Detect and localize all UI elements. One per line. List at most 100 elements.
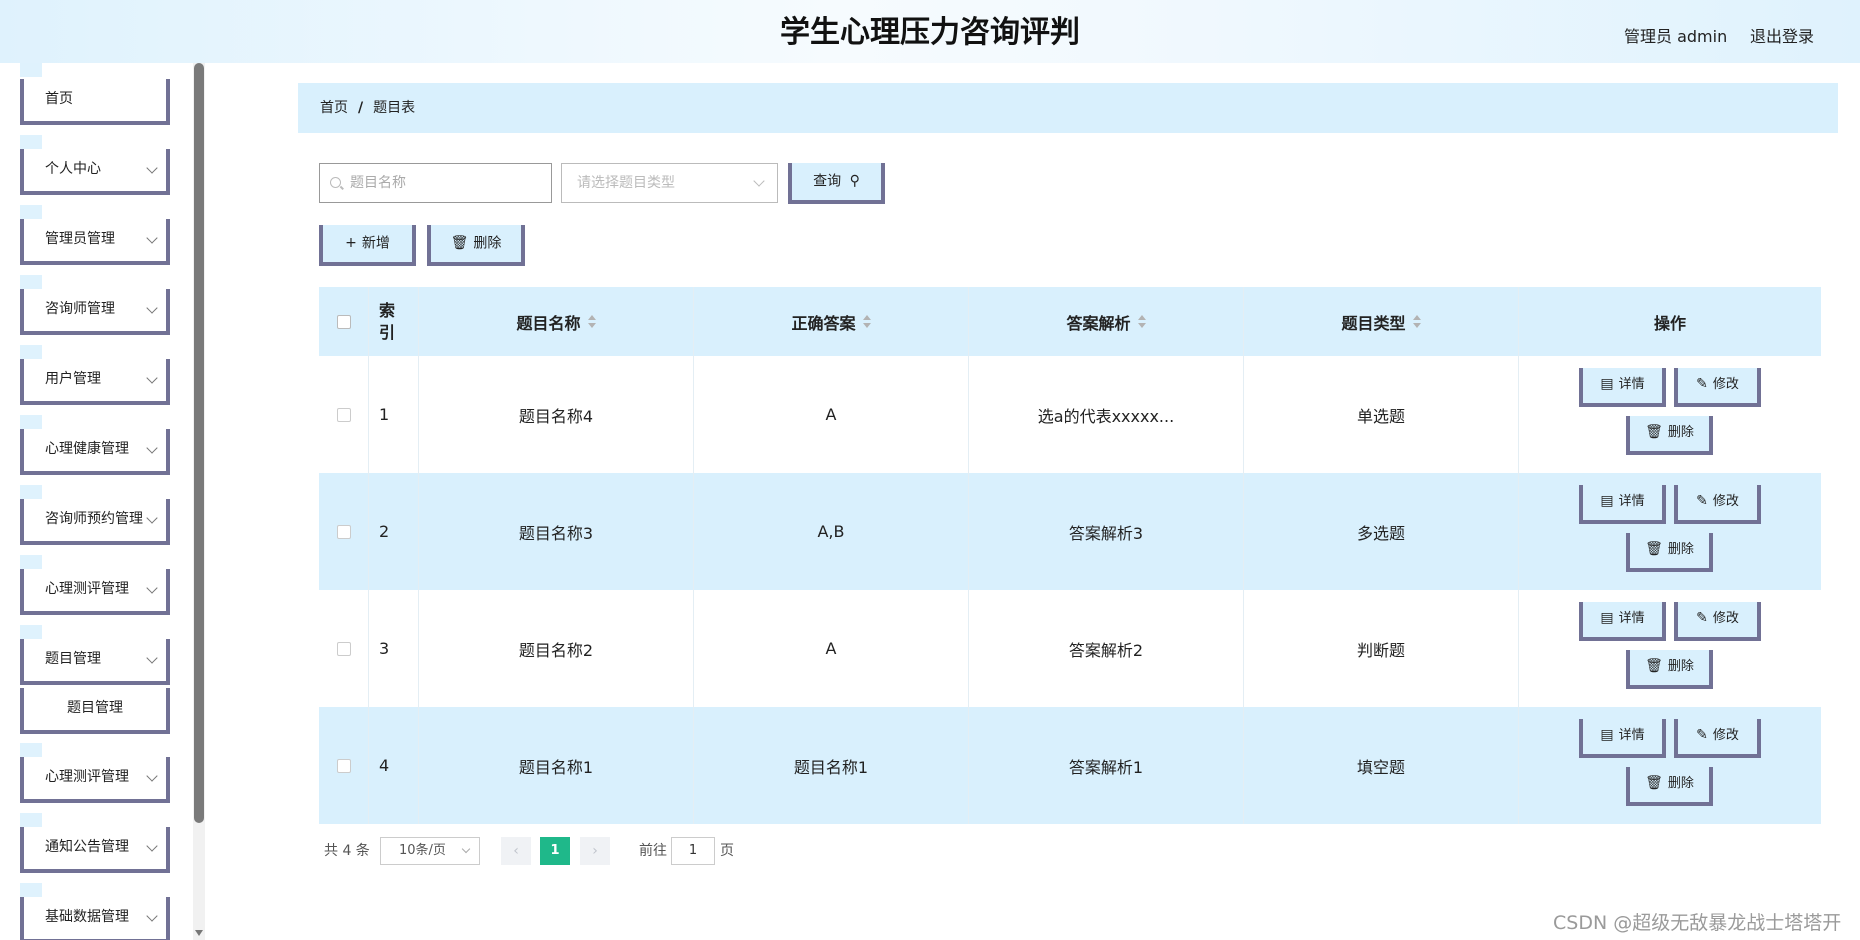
header-name-label: 题目名称 xyxy=(516,313,581,333)
add-button[interactable]: + 新增 xyxy=(319,225,416,266)
sidebar-item-home[interactable]: 首页 xyxy=(20,79,170,125)
header-name[interactable]: 题目名称 xyxy=(419,287,694,356)
document-icon: ▤ xyxy=(1600,610,1614,626)
header-index: 索引 xyxy=(369,287,419,356)
edit-button-label: 修改 xyxy=(1712,611,1739,626)
row-delete-button[interactable]: 🗑 删除 xyxy=(1626,650,1713,689)
document-icon: ▤ xyxy=(1600,493,1614,509)
app-header: 学生心理压力咨询评判 管理员 admin 退出登录 xyxy=(0,0,1860,63)
sidebar-item-label: 通知公告管理 xyxy=(45,839,129,855)
sidebar-item-assessments[interactable]: 心理测评管理 xyxy=(20,569,170,615)
next-page-button[interactable]: › xyxy=(580,837,610,865)
row-delete-button[interactable]: 🗑 删除 xyxy=(1626,416,1713,455)
chevron-down-icon xyxy=(146,442,158,454)
sidebar-item-users[interactable]: 用户管理 xyxy=(20,359,170,405)
sort-icon[interactable] xyxy=(587,314,596,329)
pencil-icon: ✎ xyxy=(1696,493,1708,509)
row-ops xyxy=(1519,707,1821,824)
scroll-down-arrow-icon[interactable] xyxy=(195,930,203,936)
header-analysis[interactable]: 答案解析 xyxy=(969,287,1244,356)
search-name-input[interactable]: 题目名称 xyxy=(319,163,552,203)
goto-page-input[interactable]: 1 xyxy=(671,837,715,865)
row-select[interactable] xyxy=(319,473,369,590)
edit-button[interactable]: ✎ 修改 xyxy=(1674,485,1761,524)
detail-button[interactable]: ▤ 详情 xyxy=(1579,602,1666,641)
header-answer-label: 正确答案 xyxy=(791,313,856,333)
sidebar-item-assessments-2[interactable]: 心理测评管理 xyxy=(20,757,170,803)
row-answer: A xyxy=(694,356,969,473)
row-index: 4 xyxy=(369,707,419,824)
checkbox[interactable] xyxy=(336,314,351,329)
sort-icon[interactable] xyxy=(1412,314,1421,329)
sidebar: 首页 个人中心 管理员管理 咨询师管理 用户管理 心理健康管理 咨询师预约管理 … xyxy=(0,63,212,940)
row-select[interactable] xyxy=(319,590,369,707)
sidebar-item-label: 首页 xyxy=(45,91,73,107)
sidebar-item-appointments[interactable]: 咨询师预约管理 xyxy=(20,499,170,545)
detail-button[interactable]: ▤ 详情 xyxy=(1579,719,1666,758)
goto-label: 前往 xyxy=(639,843,667,859)
sidebar-item-counselors[interactable]: 咨询师管理 xyxy=(20,289,170,335)
trash-icon: 🗑 xyxy=(1645,424,1663,440)
table-row: 4 题目名称1 题目名称1 答案解析1 填空题 ▤ 详情 ✎ 修改 🗑 删除 xyxy=(319,707,1821,824)
type-select-placeholder: 请选择题目类型 xyxy=(577,175,675,191)
trash-icon: 🗑 xyxy=(1645,775,1663,791)
chevron-down-icon xyxy=(146,232,158,244)
sidebar-item-questions[interactable]: 题目管理 xyxy=(20,639,170,685)
trash-icon: 🗑 xyxy=(1645,658,1663,674)
sidebar-scrollbar[interactable] xyxy=(193,63,205,940)
row-name: 题目名称2 xyxy=(419,590,694,707)
edit-button[interactable]: ✎ 修改 xyxy=(1674,602,1761,641)
query-button[interactable]: 查询 ⚲ xyxy=(788,163,885,204)
chevron-down-icon xyxy=(753,175,765,187)
page-size-select[interactable]: 10条/页 xyxy=(380,837,480,865)
row-select[interactable] xyxy=(319,707,369,824)
sidebar-item-mental-health[interactable]: 心理健康管理 xyxy=(20,429,170,475)
logout-link[interactable]: 退出登录 xyxy=(1750,23,1814,47)
prev-page-button[interactable]: ‹ xyxy=(501,837,531,865)
header-type[interactable]: 题目类型 xyxy=(1244,287,1519,356)
sort-icon[interactable] xyxy=(862,314,871,329)
document-icon: ▤ xyxy=(1600,376,1614,392)
checkbox[interactable] xyxy=(336,524,351,539)
chevron-down-icon xyxy=(461,844,471,854)
type-select[interactable]: 请选择题目类型 xyxy=(561,163,778,203)
edit-button[interactable]: ✎ 修改 xyxy=(1674,368,1761,407)
checkbox[interactable] xyxy=(336,407,351,422)
row-name: 题目名称3 xyxy=(419,473,694,590)
document-icon: ▤ xyxy=(1600,727,1614,743)
sidebar-notch xyxy=(20,555,42,569)
chevron-down-icon xyxy=(146,770,158,782)
sidebar-item-base-data[interactable]: 基础数据管理 xyxy=(20,897,170,940)
row-delete-button[interactable]: 🗑 删除 xyxy=(1626,533,1713,572)
sidebar-item-label: 管理员管理 xyxy=(45,231,115,247)
row-index: 1 xyxy=(369,356,419,473)
sidebar-item-notices[interactable]: 通知公告管理 xyxy=(20,827,170,873)
header-select-all[interactable] xyxy=(319,287,369,356)
breadcrumb-home[interactable]: 首页 xyxy=(320,100,348,116)
detail-button[interactable]: ▤ 详情 xyxy=(1579,485,1666,524)
sidebar-item-label: 题目管理 xyxy=(45,651,101,667)
chevron-left-icon: ‹ xyxy=(513,843,519,859)
row-ops xyxy=(1519,356,1821,473)
row-delete-button[interactable]: 🗑 删除 xyxy=(1626,767,1713,806)
checkbox[interactable] xyxy=(336,641,351,656)
checkbox[interactable] xyxy=(336,758,351,773)
delete-button[interactable]: 🗑 删除 xyxy=(427,225,525,266)
header-answer[interactable]: 正确答案 xyxy=(694,287,969,356)
chevron-down-icon xyxy=(146,840,158,852)
detail-button[interactable]: ▤ 详情 xyxy=(1579,368,1666,407)
row-ops xyxy=(1519,590,1821,707)
row-select[interactable] xyxy=(319,356,369,473)
page-number-current[interactable]: 1 xyxy=(540,837,570,865)
edit-button[interactable]: ✎ 修改 xyxy=(1674,719,1761,758)
scrollbar-thumb[interactable] xyxy=(194,63,204,823)
sidebar-subitem-questions[interactable]: 题目管理 xyxy=(20,688,170,734)
sidebar-item-admins[interactable]: 管理员管理 xyxy=(20,219,170,265)
sidebar-item-label: 题目管理 xyxy=(67,700,123,716)
sidebar-notch xyxy=(20,135,42,149)
sort-icon[interactable] xyxy=(1137,314,1146,329)
chevron-down-icon xyxy=(146,910,158,922)
row-index: 2 xyxy=(369,473,419,590)
sidebar-item-profile[interactable]: 个人中心 xyxy=(20,149,170,195)
header-index-bottom: 引 xyxy=(379,322,396,342)
